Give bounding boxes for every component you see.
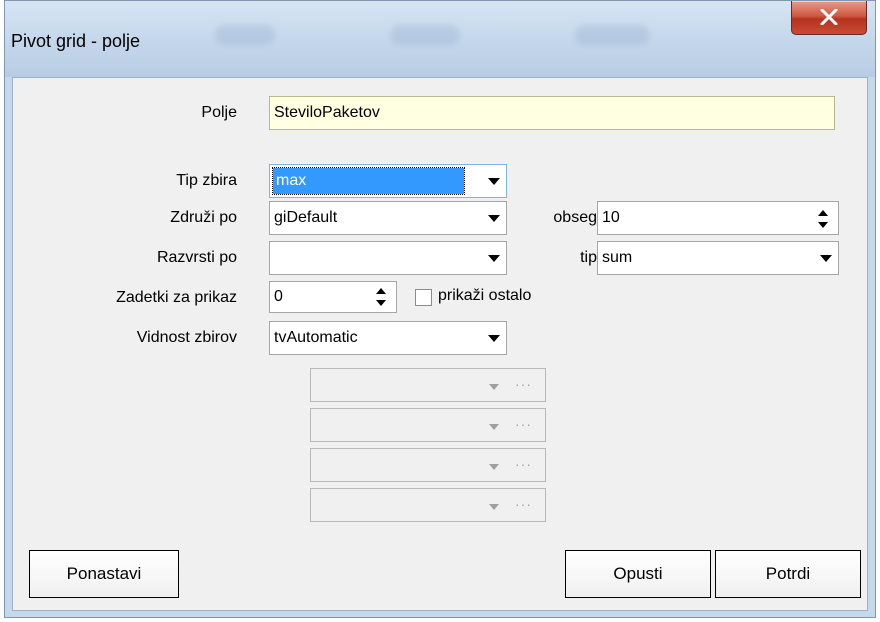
zdruzi-po-value: giDefault [274, 209, 338, 226]
razvrsti-po-select[interactable] [269, 241, 507, 275]
chevron-down-icon[interactable] [820, 255, 832, 262]
chevron-down-icon[interactable] [488, 255, 500, 262]
zadetki-spinner[interactable]: 0 [269, 281, 397, 313]
chevron-down-icon[interactable] [488, 335, 500, 342]
ellipsis-icon: ··· [515, 456, 532, 472]
cancel-button[interactable]: Opusti [565, 550, 711, 598]
dialog-content: Polje SteviloPaketov Tip zbira max Združ… [12, 77, 868, 611]
chevron-down-icon [489, 384, 499, 390]
spin-up-icon[interactable] [376, 288, 386, 294]
spin-down-icon[interactable] [376, 300, 386, 306]
dialog-window: Pivot grid - polje Polje SteviloPaketov … [4, 0, 876, 618]
title-bar[interactable]: Pivot grid - polje [5, 1, 875, 77]
window-title: Pivot grid - polje [11, 31, 141, 51]
disabled-combo: ··· [310, 368, 546, 402]
chevron-down-icon [489, 424, 499, 430]
tip-label: tip [580, 249, 597, 266]
title-bar-blur [215, 25, 275, 45]
close-button[interactable] [791, 1, 867, 35]
zadetki-label: Zadetki za prikaz [116, 289, 237, 306]
disabled-combo: ··· [310, 408, 546, 442]
tip-zbira-select[interactable]: max [269, 164, 507, 198]
obseg-spinner[interactable]: 10 [597, 201, 839, 235]
zdruzi-po-select[interactable]: giDefault [269, 201, 507, 235]
close-icon [820, 9, 838, 25]
chevron-down-icon[interactable] [488, 178, 500, 185]
confirm-button[interactable]: Potrdi [715, 550, 861, 598]
vidnost-label: Vidnost zbirov [136, 329, 237, 346]
ellipsis-icon: ··· [515, 496, 532, 512]
vidnost-select[interactable]: tvAutomatic [269, 321, 507, 355]
polje-label: Polje [201, 104, 237, 121]
spin-down-icon[interactable] [818, 222, 828, 228]
tip-select[interactable]: sum [597, 241, 839, 275]
ellipsis-icon: ··· [515, 416, 532, 432]
disabled-combo: ··· [310, 488, 546, 522]
disabled-combo: ··· [310, 448, 546, 482]
prikazi-ostalo-checkbox[interactable] [415, 289, 432, 306]
tip-zbira-value: max [272, 167, 465, 195]
chevron-down-icon[interactable] [488, 215, 500, 222]
chevron-down-icon [489, 504, 499, 510]
title-bar-blur [390, 25, 460, 45]
obseg-value: 10 [602, 209, 620, 226]
spin-up-icon[interactable] [818, 210, 828, 216]
zadetki-value: 0 [274, 288, 283, 305]
title-bar-blur [575, 25, 650, 45]
obseg-label: obseg [553, 209, 597, 226]
prikazi-ostalo-label[interactable]: prikaži ostalo [438, 287, 531, 305]
tip-value: sum [602, 249, 633, 266]
chevron-down-icon [489, 464, 499, 470]
razvrsti-po-label: Razvrsti po [156, 249, 237, 266]
ellipsis-icon: ··· [515, 376, 532, 392]
tip-zbira-label: Tip zbira [176, 172, 237, 189]
reset-button[interactable]: Ponastavi [29, 550, 179, 598]
vidnost-value: tvAutomatic [274, 329, 358, 346]
zdruzi-po-label: Združi po [170, 209, 237, 226]
polje-field[interactable]: SteviloPaketov [269, 96, 835, 130]
